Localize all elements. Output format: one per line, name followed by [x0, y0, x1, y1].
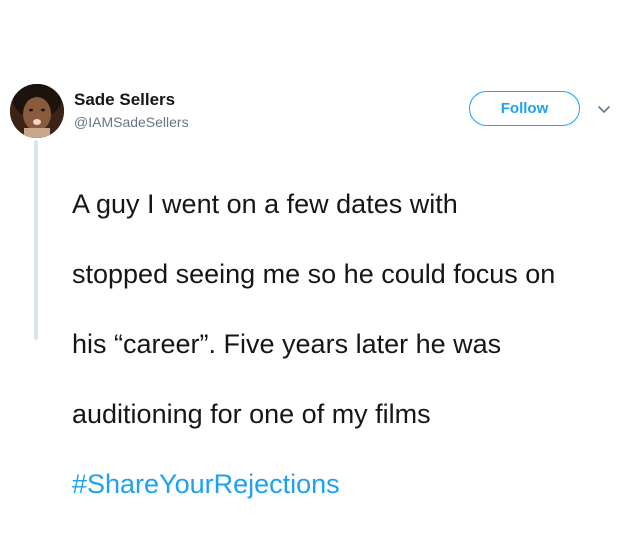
profile-photo-icon — [10, 84, 64, 138]
tweet-text-line: his “career”. Five years later he was — [72, 329, 502, 359]
thread-connector-line — [34, 140, 38, 340]
tweet-text-line: A guy I went on a few dates with — [72, 189, 458, 219]
tweet-body: A guy I went on a few dates with stopped… — [72, 152, 612, 537]
author-handle[interactable]: @IAMSadeSellers — [74, 114, 189, 130]
follow-button[interactable]: Follow — [469, 91, 580, 126]
author-display-name[interactable]: Sade Sellers — [74, 90, 175, 110]
chevron-down-icon[interactable] — [597, 102, 611, 113]
avatar[interactable] — [10, 84, 64, 138]
tweet-text-line: stopped seeing me so he could focus on — [72, 259, 556, 289]
hashtag-link[interactable]: #ShareYourRejections — [72, 469, 340, 499]
